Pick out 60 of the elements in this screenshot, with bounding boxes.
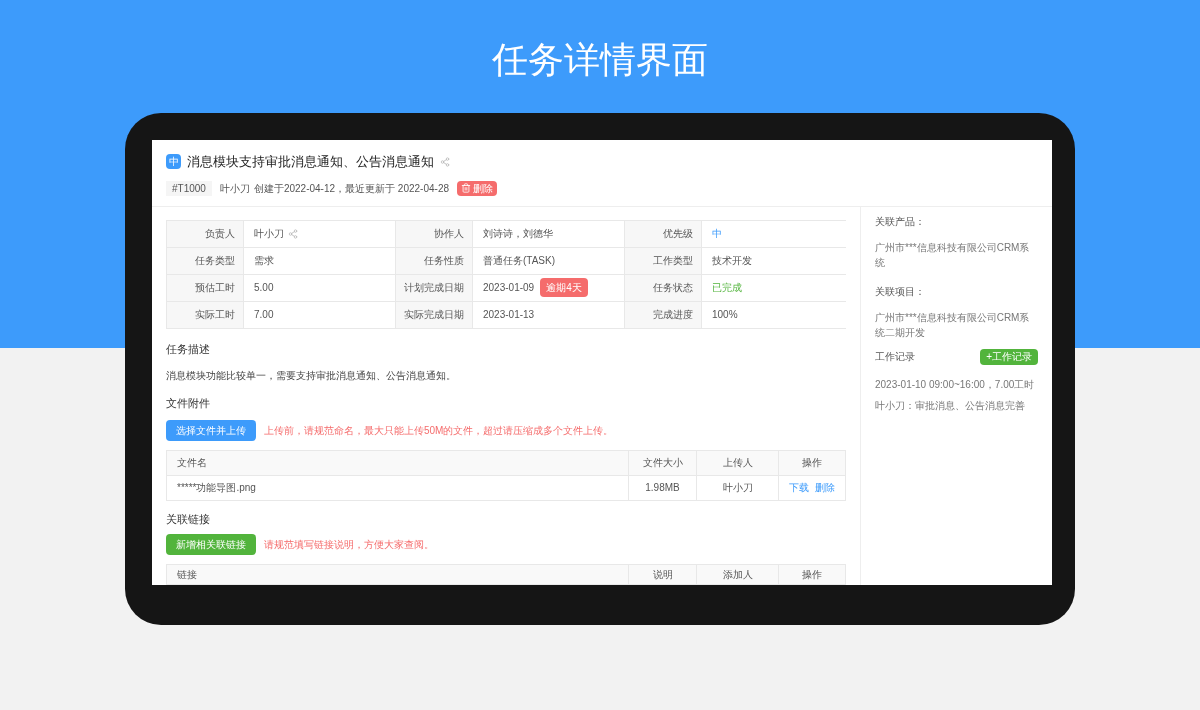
task-meta: 创建于2022-04-12，最近更新于 2022-04-28 (253, 181, 449, 196)
link-hint: 请规范填写链接说明，方便大家查阅。 (264, 538, 434, 552)
info-value: 刘诗诗，刘德华 (473, 220, 624, 247)
side-label: 关联项目： (875, 284, 926, 299)
info-label: 计划完成日期 (396, 274, 472, 301)
info-label: 协作人 (396, 220, 472, 247)
add-worklog-button[interactable]: +工作记录 (980, 348, 1038, 365)
info-value: 普通任务(TASK) (473, 247, 624, 274)
info-value: 2023-01-09 (483, 281, 535, 295)
info-label: 预估工时 (167, 274, 243, 301)
share-icon[interactable] (440, 156, 450, 167)
product-name: 广州市***信息科技有限公司CRM系统 (875, 240, 1031, 270)
info-label: 工作类型 (625, 247, 701, 274)
column-header: 文件大小 (642, 456, 683, 470)
column-header: 添加人 (722, 568, 753, 582)
side-label: 关联产品： (875, 214, 926, 229)
column-header: 操作 (802, 568, 822, 582)
page-title: 任务详情界面 (492, 38, 708, 82)
project-name: 广州市***信息科技有限公司CRM系统二期开发 (875, 310, 1031, 340)
section-title: 任务描述 (166, 341, 211, 357)
delete-button[interactable]: 删除 (457, 180, 497, 196)
upload-hint: 上传前，请规范命名，最大只能上传50M的文件，超过请压缩成多个文件上传。 (264, 423, 614, 438)
task-title: 消息模块支持审批消息通知、公告消息通知 (187, 153, 434, 171)
overdue-badge: 逾期4天 (540, 278, 588, 297)
section-title: 关联链接 (166, 511, 211, 527)
column-header: 链接 (177, 568, 197, 582)
info-label: 任务性质 (396, 247, 472, 274)
info-value: 7.00 (244, 301, 395, 328)
add-link-button[interactable]: 新增相关联链接 (166, 534, 256, 555)
info-value: 2023-01-13 (473, 301, 624, 328)
info-label: 实际完成日期 (396, 301, 472, 328)
table-cell-text: *****功能导图.png (177, 481, 256, 495)
info-label: 实际工时 (167, 301, 243, 328)
column-header: 操作 (802, 456, 822, 470)
table-cell-text: 1.98MB (645, 481, 680, 495)
task-owner: 叶小刀 (219, 181, 250, 196)
info-label: 任务状态 (625, 274, 701, 301)
column-header: 上传人 (722, 456, 753, 470)
info-label: 完成进度 (625, 301, 701, 328)
priority-badge: 中 (166, 154, 181, 170)
description-text: 消息模块功能比较单一，需要支持审批消息通知、公告消息通知。 (166, 369, 457, 383)
section-title: 文件附件 (166, 396, 211, 411)
upload-button[interactable]: 选择文件并上传 (166, 419, 256, 441)
column-header: 说明 (652, 568, 673, 582)
task-id: #T1000 (166, 180, 212, 196)
worklog-note: 叶小刀：审批消息、公告消息完善 (875, 398, 1026, 413)
info-label: 优先级 (625, 220, 701, 247)
info-value: 叶小刀 (254, 227, 284, 241)
worklog-time: 2023-01-10 09:00~16:00，7.00工时 (875, 377, 1036, 392)
action-link[interactable]: 删除 (815, 480, 835, 495)
info-label: 任务类型 (167, 247, 243, 274)
info-value: 需求 (244, 247, 395, 274)
side-label: 工作记录 (875, 350, 915, 364)
action-link[interactable]: 下载 (789, 480, 809, 495)
info-value: 5.00 (244, 274, 395, 301)
table-cell-text: 叶小刀 (722, 481, 753, 495)
info-label: 负责人 (167, 220, 243, 247)
trash-icon (461, 183, 471, 193)
column-header: 文件名 (177, 456, 207, 470)
share-icon[interactable] (288, 228, 298, 239)
